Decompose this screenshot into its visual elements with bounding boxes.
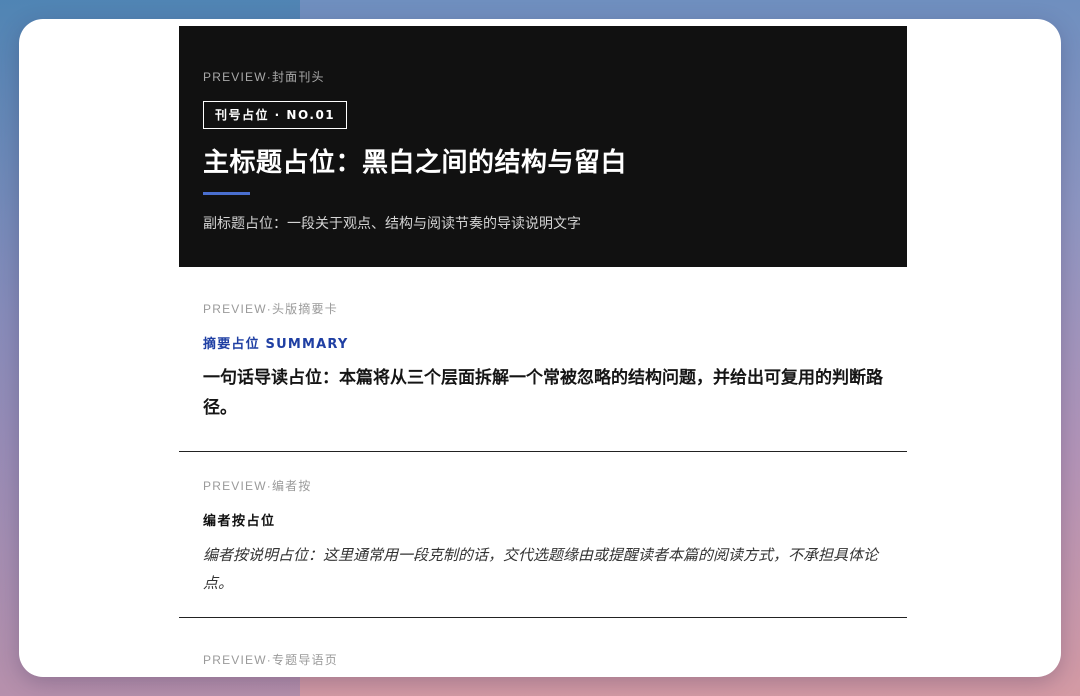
summary-label: 摘要占位 SUMMARY xyxy=(203,337,349,352)
preview-window: PREVIEW·封面刊头 刊号占位 · NO.01 主标题占位：黑白之间的结构与… xyxy=(19,19,1061,677)
cover-masthead: PREVIEW·封面刊头 刊号占位 · NO.01 主标题占位：黑白之间的结构与… xyxy=(179,26,907,267)
topic-preview-label: PREVIEW·专题导语页 xyxy=(203,653,338,667)
editor-note-label: 编者按占位 xyxy=(203,514,276,529)
summary-preview-label: PREVIEW·头版摘要卡 xyxy=(203,302,338,316)
main-title: 主标题占位：黑白之间的结构与留白 xyxy=(203,148,628,178)
front-page-summary-card: PREVIEW·头版摘要卡 摘要占位 SUMMARY 一句话导读占位：本篇将从三… xyxy=(179,267,907,452)
subtitle: 副标题占位：一段关于观点、结构与阅读节奏的导读说明文字 xyxy=(203,216,581,232)
editor-note-text: 编者按说明占位：这里通常用一段克制的话，交代选题缘由或提醒读者本篇的阅读方式，不… xyxy=(203,546,879,592)
issue-number-badge: 刊号占位 · NO.01 xyxy=(203,101,348,129)
cover-preview-label: PREVIEW·封面刊头 xyxy=(203,70,325,84)
summary-lead-text: 一句话导读占位：本篇将从三个层面拆解一个常被忽略的结构问题，并给出可复用的判断路… xyxy=(203,368,883,418)
topic-intro-page: PREVIEW·专题导语页 xyxy=(179,618,907,677)
editor-preview-label: PREVIEW·编者按 xyxy=(203,479,312,493)
editor-note: PREVIEW·编者按 编者按占位 编者按说明占位：这里通常用一段克制的话，交代… xyxy=(179,452,907,618)
template-preview-column: PREVIEW·封面刊头 刊号占位 · NO.01 主标题占位：黑白之间的结构与… xyxy=(179,26,907,677)
title-accent-bar xyxy=(203,192,250,195)
